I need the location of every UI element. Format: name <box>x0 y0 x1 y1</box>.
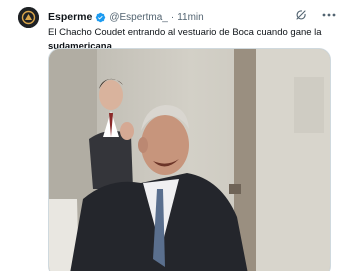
separator-dot: · <box>170 11 175 23</box>
avatar-logo-icon <box>18 7 39 28</box>
author-name[interactable]: Esperme <box>48 11 92 23</box>
author-handle[interactable]: @Espertma_ <box>109 12 168 23</box>
tweet-media-video[interactable] <box>48 48 331 271</box>
tweet[interactable]: Esperme @Espertma_ · 11min El Chacho Cou… <box>0 0 350 271</box>
more-icon[interactable] <box>322 8 336 22</box>
verified-badge-icon <box>95 12 106 23</box>
header-actions <box>294 8 336 22</box>
video-frame <box>49 49 330 271</box>
avatar[interactable] <box>18 7 39 28</box>
grok-icon[interactable] <box>294 8 308 22</box>
timestamp[interactable]: 11min <box>177 12 204 23</box>
tweet-text-line: El Chacho Coudet entrando al vestuario d… <box>48 27 322 38</box>
